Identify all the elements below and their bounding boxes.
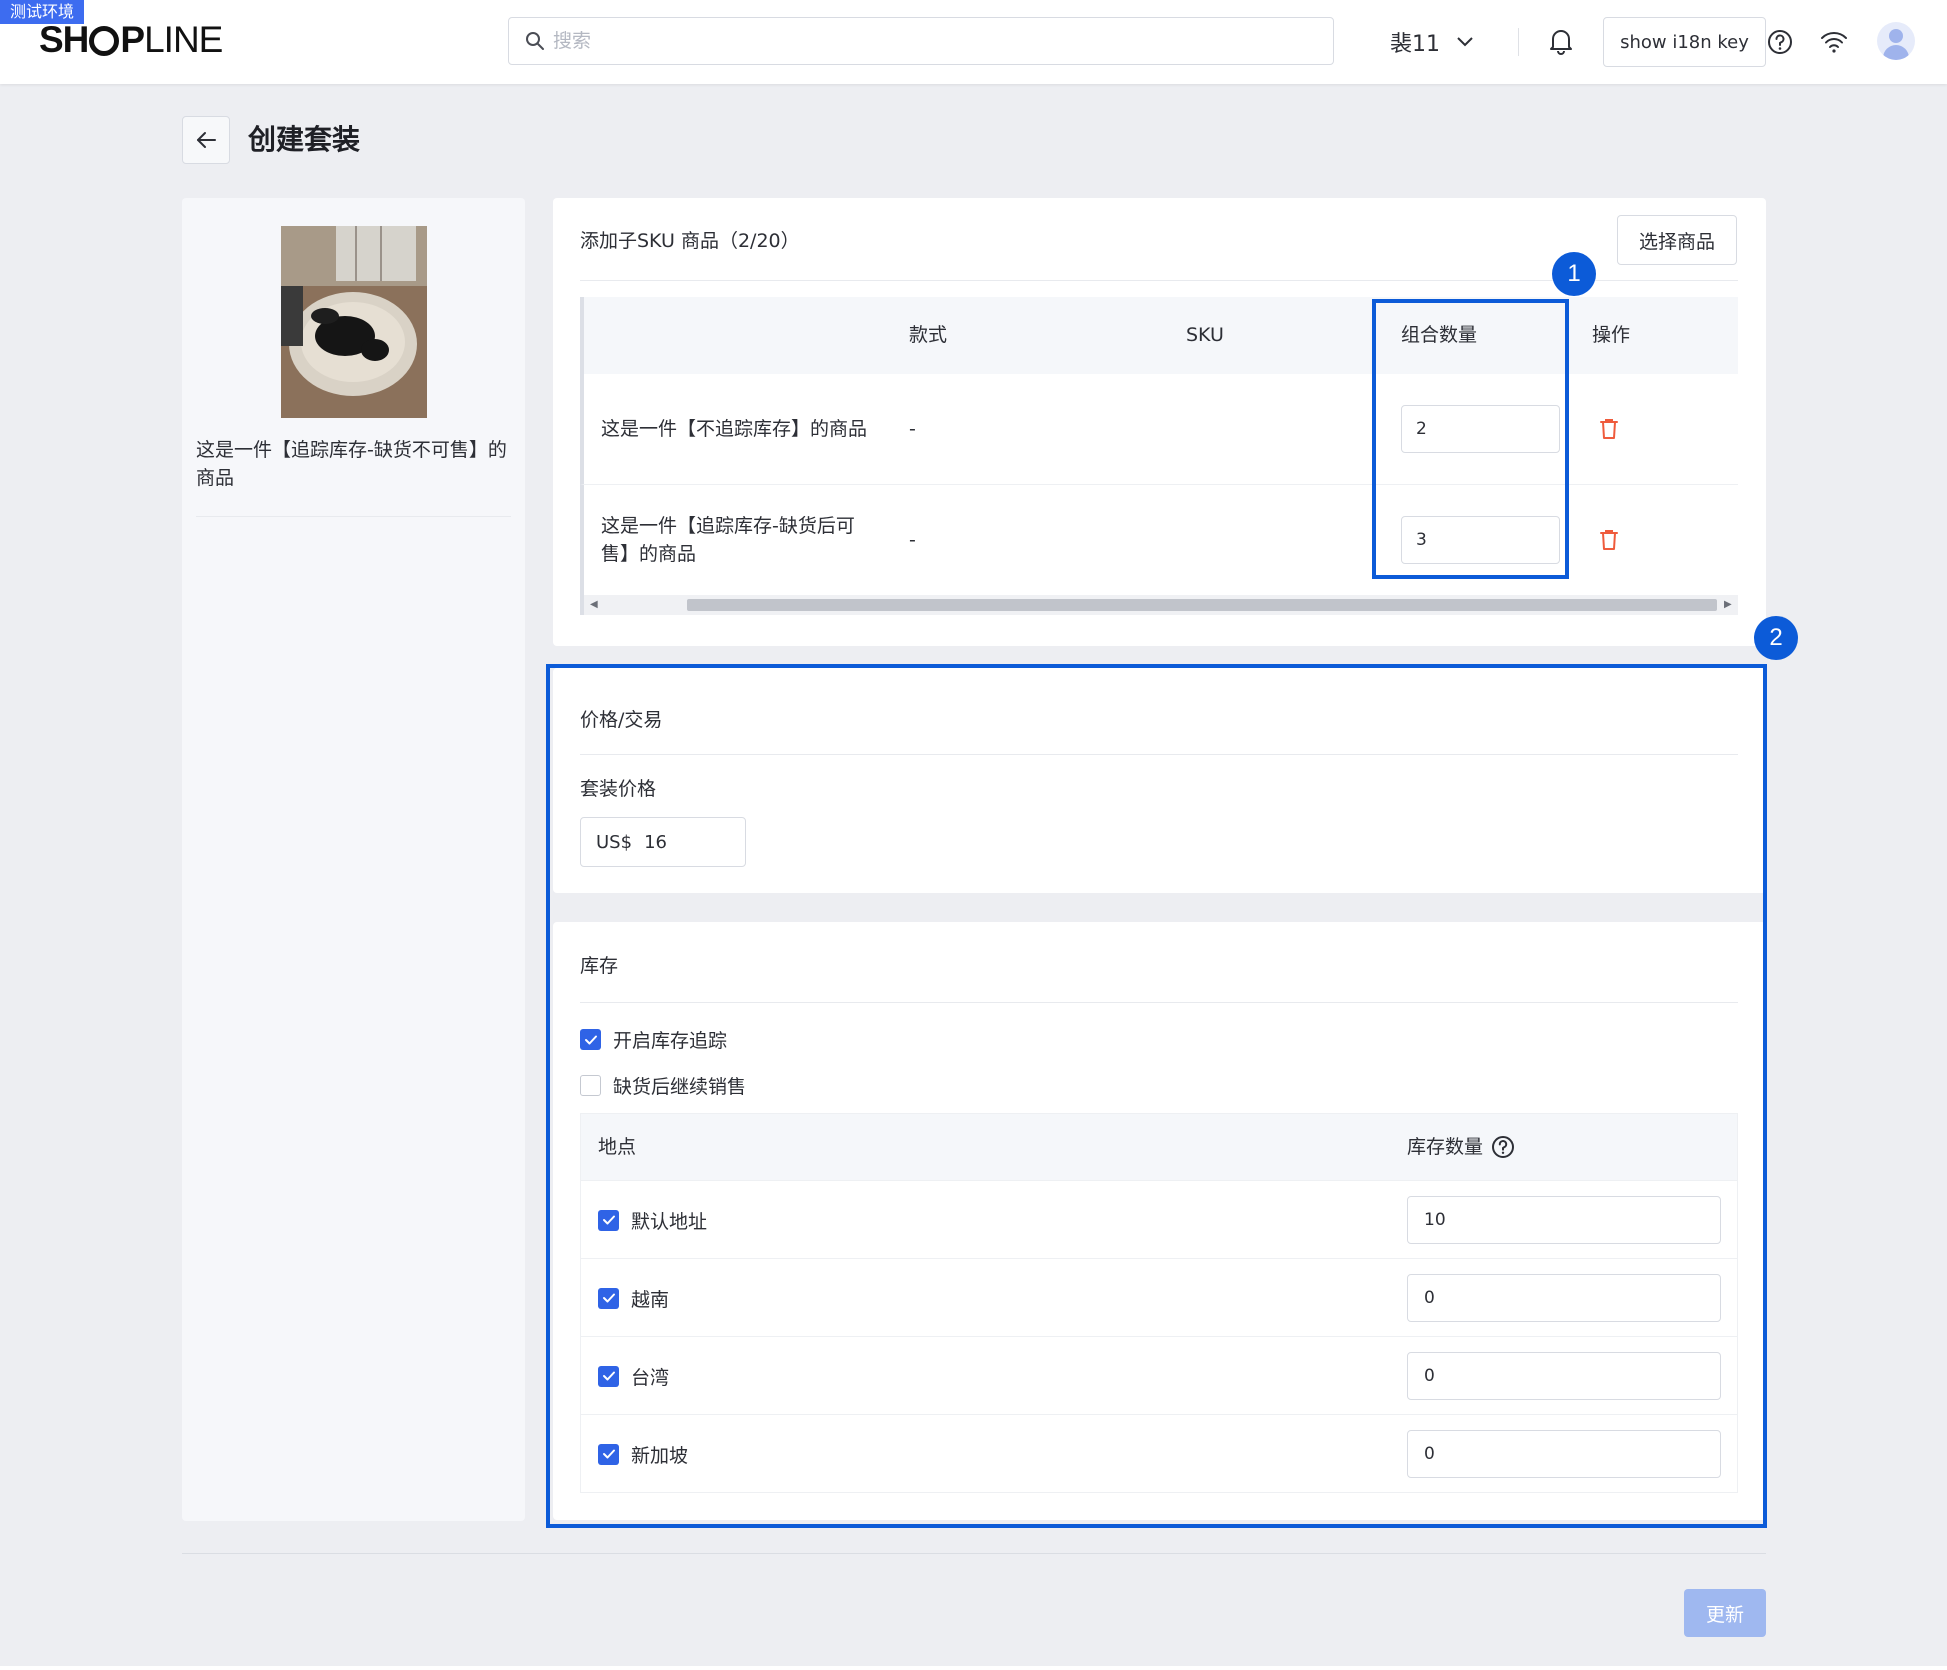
scroll-left-icon[interactable]: ◀ (590, 595, 598, 615)
scroll-right-icon[interactable]: ▶ (1724, 595, 1732, 615)
annotation-box-2 (546, 664, 1767, 1528)
store-name: 裴11 (1390, 32, 1440, 57)
logo-text-start: SH (39, 19, 89, 60)
logo-text-end: LINE (144, 19, 223, 60)
top-bar: 测试环境 SHPLINE 裴11 show i18n key (0, 0, 1947, 84)
column-action: 操作 (1592, 324, 1631, 346)
horizontal-scrollbar[interactable]: ◀ ▶ (580, 595, 1738, 615)
arrow-left-icon (197, 132, 216, 148)
chevron-down-icon (1457, 37, 1473, 47)
header-divider (1518, 28, 1519, 56)
column-sku: SKU (1186, 324, 1224, 346)
column-variant: 款式 (909, 324, 948, 346)
search-icon (526, 32, 544, 50)
shopline-logo[interactable]: SH P LINE (39, 18, 223, 62)
logo-text-middle: P (120, 19, 145, 60)
delete-icon[interactable] (1599, 529, 1619, 551)
search-input[interactable] (553, 30, 1253, 52)
search-box[interactable] (508, 17, 1334, 65)
row-variant: - (909, 418, 916, 440)
summary-divider (196, 516, 511, 517)
annotation-marker-1: 1 (1552, 252, 1596, 296)
scrollbar-thumb[interactable] (687, 599, 1717, 611)
select-products-button[interactable]: 选择商品 (1617, 215, 1737, 265)
annotation-box-1 (1372, 299, 1569, 579)
avatar-shoulders (1883, 45, 1909, 60)
page-title: 创建套装 (248, 123, 361, 156)
bundle-summary-card: 这是一件【追踪库存-缺货不可售】的商品 (182, 198, 525, 1521)
avatar-head (1889, 29, 1903, 43)
bottom-edge (0, 1666, 1947, 1670)
bell-icon[interactable] (1548, 27, 1574, 55)
user-avatar[interactable] (1877, 22, 1915, 60)
wifi-icon[interactable] (1820, 30, 1848, 54)
update-button[interactable]: 更新 (1684, 1589, 1766, 1637)
sub-sku-title: 添加子SKU 商品（2/20） (580, 230, 800, 252)
delete-icon[interactable] (1599, 418, 1619, 440)
row-variant: - (909, 529, 916, 551)
help-icon[interactable] (1767, 29, 1793, 55)
show-i18n-key-button[interactable]: show i18n key (1603, 17, 1766, 67)
footer-divider (182, 1553, 1766, 1554)
annotation-marker-2: 2 (1754, 616, 1798, 660)
bundle-product-name: 这是一件【追踪库存-缺货不可售】的商品 (196, 439, 507, 489)
store-switcher[interactable]: 裴11 (1390, 26, 1474, 58)
row-product-name: 这是一件【追踪库存-缺货后可售】的商品 (601, 515, 855, 565)
row-product-name: 这是一件【不追踪库存】的商品 (601, 418, 868, 440)
logo-o-icon (89, 26, 120, 56)
back-button[interactable] (182, 116, 230, 164)
product-thumbnail (281, 226, 427, 418)
